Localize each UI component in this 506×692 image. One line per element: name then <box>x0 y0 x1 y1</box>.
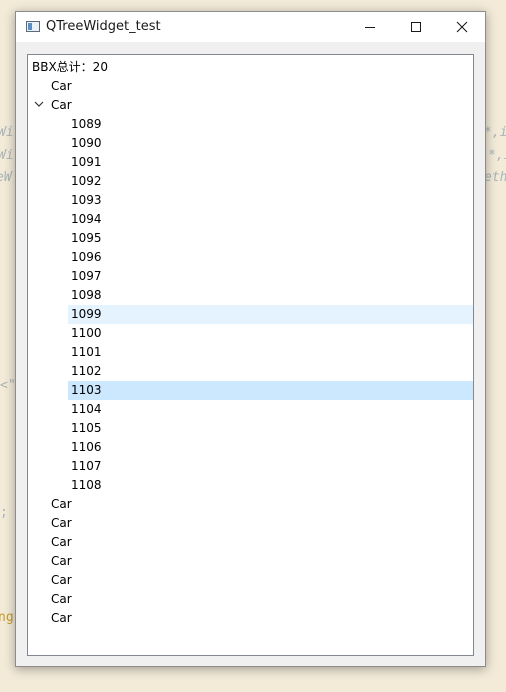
tree-item-car[interactable]: Car <box>28 571 473 590</box>
tree-child-item[interactable]: 1100 <box>68 324 473 343</box>
tree-item-summary[interactable]: BBX总计：20 <box>28 58 473 77</box>
tree-child-label: 1098 <box>71 288 102 302</box>
tree-child-label: 1094 <box>71 212 102 226</box>
app-window: QTreeWidget_test BBX总计：20 Car Car 1089 1090 1… <box>15 11 486 667</box>
tree-child-label: 1102 <box>71 364 102 378</box>
minimize-icon <box>365 27 375 28</box>
tree-item-label: Car <box>51 573 72 587</box>
tree-child-item[interactable]: 1098 <box>68 286 473 305</box>
tree-child-label: 1096 <box>71 250 102 264</box>
tree-child-item[interactable]: 1103 <box>68 381 473 400</box>
tree-child-label: 1101 <box>71 345 102 359</box>
tree-child-label: 1108 <box>71 478 102 492</box>
tree-child-label: 1095 <box>71 231 102 245</box>
tree-child-item[interactable]: 1101 <box>68 343 473 362</box>
tree-child-item[interactable]: 1090 <box>68 134 473 153</box>
tree-item-label: Car <box>51 535 72 549</box>
maximize-button[interactable] <box>393 12 439 42</box>
tree-child-label: 1106 <box>71 440 102 454</box>
tree-child-label: 1091 <box>71 155 102 169</box>
tree-item-car[interactable]: Car <box>28 609 473 628</box>
tree-item-car[interactable]: Car <box>28 514 473 533</box>
maximize-icon <box>411 22 421 32</box>
tree-child-item[interactable]: 1092 <box>68 172 473 191</box>
tree-child-item[interactable]: 1105 <box>68 419 473 438</box>
tree-item-label: BBX总计：20 <box>32 60 108 74</box>
tree-item-label: Car <box>51 611 72 625</box>
tree-child-item[interactable]: 1094 <box>68 210 473 229</box>
tree-child-label: 1090 <box>71 136 102 150</box>
tree-item-car[interactable]: Car <box>28 533 473 552</box>
tree-child-item[interactable]: 1107 <box>68 457 473 476</box>
tree-child-item[interactable]: 1104 <box>68 400 473 419</box>
background-code-fragment: <" <box>0 378 16 393</box>
tree-item-car[interactable]: Car <box>28 77 473 96</box>
tree-child-item[interactable]: 1095 <box>68 229 473 248</box>
background-code-fragment: ng <box>0 610 14 625</box>
chevron-down-icon[interactable] <box>34 101 44 109</box>
background-code-fragment: *,i <box>488 148 506 163</box>
window-title: QTreeWidget_test <box>46 19 161 34</box>
tree-item-label: Car <box>51 497 72 511</box>
minimize-button[interactable] <box>347 12 393 42</box>
tree-child-label: 1099 <box>71 307 102 321</box>
background-code-fragment: ; <box>0 505 8 520</box>
tree-child-label: 1092 <box>71 174 102 188</box>
tree-item-label: Car <box>51 516 72 530</box>
background-code-fragment: *,in <box>484 125 506 140</box>
tree-child-item[interactable]: 1106 <box>68 438 473 457</box>
tree-item-label: Car <box>51 592 72 606</box>
title-bar[interactable]: QTreeWidget_test <box>16 12 485 42</box>
tree-child-item[interactable]: 1102 <box>68 362 473 381</box>
background-code-fragment: Wi <box>0 148 14 163</box>
tree-child-label: 1089 <box>71 117 102 131</box>
tree-child-label: 1104 <box>71 402 102 416</box>
tree-child-label: 1107 <box>71 459 102 473</box>
app-window-icon <box>26 21 40 32</box>
tree-item-label: Car <box>51 98 72 112</box>
tree-child-item[interactable]: 1099 <box>68 305 473 324</box>
tree-item-label: Car <box>51 554 72 568</box>
background-code-fragment: Wi <box>0 125 14 140</box>
tree-child-item[interactable]: 1089 <box>68 115 473 134</box>
tree-child-item[interactable]: 1091 <box>68 153 473 172</box>
tree-child-item[interactable]: 1093 <box>68 191 473 210</box>
tree-item-label: Car <box>51 79 72 93</box>
tree-child-item[interactable]: 1096 <box>68 248 473 267</box>
tree-child-label: 1093 <box>71 193 102 207</box>
close-button[interactable] <box>439 12 485 42</box>
tree-child-label: 1105 <box>71 421 102 435</box>
tree-item-car[interactable]: Car <box>28 590 473 609</box>
tree-child-label: 1100 <box>71 326 102 340</box>
tree-item-car[interactable]: Car <box>28 552 473 571</box>
tree-child-label: 1097 <box>71 269 102 283</box>
tree-child-item[interactable]: 1097 <box>68 267 473 286</box>
tree-item-car[interactable]: Car <box>28 96 473 115</box>
background-code-fragment: eth <box>484 170 506 185</box>
close-icon <box>456 21 468 33</box>
tree-item-car[interactable]: Car <box>28 495 473 514</box>
tree-child-item[interactable]: 1108 <box>68 476 473 495</box>
tree-child-label: 1103 <box>71 383 102 397</box>
background-code-fragment: eW <box>0 170 12 185</box>
tree-widget[interactable]: BBX总计：20 Car Car 1089 1090 1091 1092 1093 1094 10… <box>27 54 474 656</box>
